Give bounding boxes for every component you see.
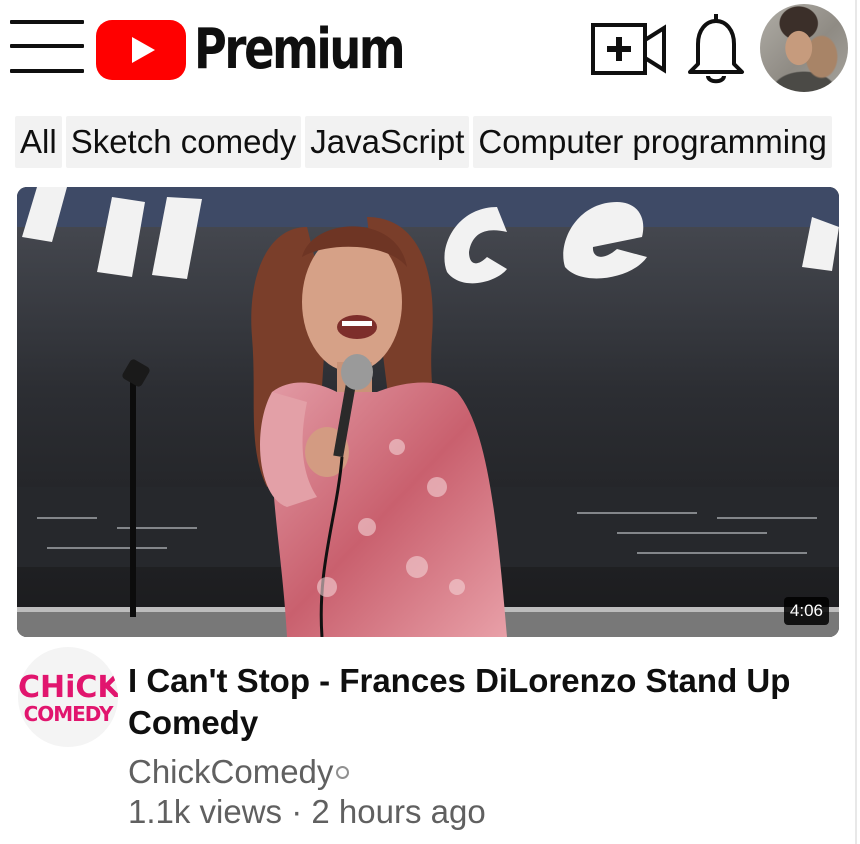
- meta-separator: ·: [291, 793, 303, 830]
- bell-icon: [688, 14, 744, 84]
- hamburger-menu-icon[interactable]: [10, 20, 84, 74]
- video-metadata: 1.1k views · 2 hours ago: [128, 792, 486, 832]
- video-title[interactable]: I Can't Stop - Frances DiLorenzo Stand U…: [128, 660, 828, 744]
- filter-chip-bar: All Sketch comedy JavaScript Computer progr…: [15, 116, 840, 168]
- channel-name[interactable]: ChickComedy: [128, 753, 333, 790]
- view-count: 1.1k views: [128, 793, 283, 830]
- scrollbar-track: [855, 0, 857, 844]
- thumbnail-image: [17, 187, 839, 637]
- notifications-button[interactable]: [684, 10, 748, 86]
- chip-computer-programming[interactable]: Computer programming: [473, 116, 832, 168]
- channel-logo-line2: COMEDY: [23, 702, 114, 726]
- chip-all[interactable]: All: [15, 116, 62, 168]
- create-video-button[interactable]: [590, 22, 668, 76]
- video-thumbnail[interactable]: 4:06: [17, 187, 839, 637]
- verified-badge-icon: [336, 765, 350, 779]
- channel-name-row[interactable]: ChickComedy: [128, 752, 350, 792]
- channel-avatar[interactable]: CHiCK COMEDY: [18, 647, 118, 747]
- chip-sketch-comedy[interactable]: Sketch comedy: [65, 116, 302, 168]
- logo-wordmark: Premium: [194, 17, 406, 82]
- chip-javascript[interactable]: JavaScript: [305, 116, 470, 168]
- youtube-premium-logo[interactable]: Premium: [96, 18, 406, 82]
- youtube-play-logo: [96, 20, 186, 80]
- video-camera-plus-icon: [591, 23, 666, 75]
- user-avatar[interactable]: [760, 4, 848, 92]
- channel-logo-line1: CHiCK: [18, 670, 118, 705]
- video-duration-badge: 4:06: [783, 597, 829, 625]
- top-app-bar: Premium: [0, 0, 855, 100]
- upload-age: 2 hours ago: [311, 793, 486, 830]
